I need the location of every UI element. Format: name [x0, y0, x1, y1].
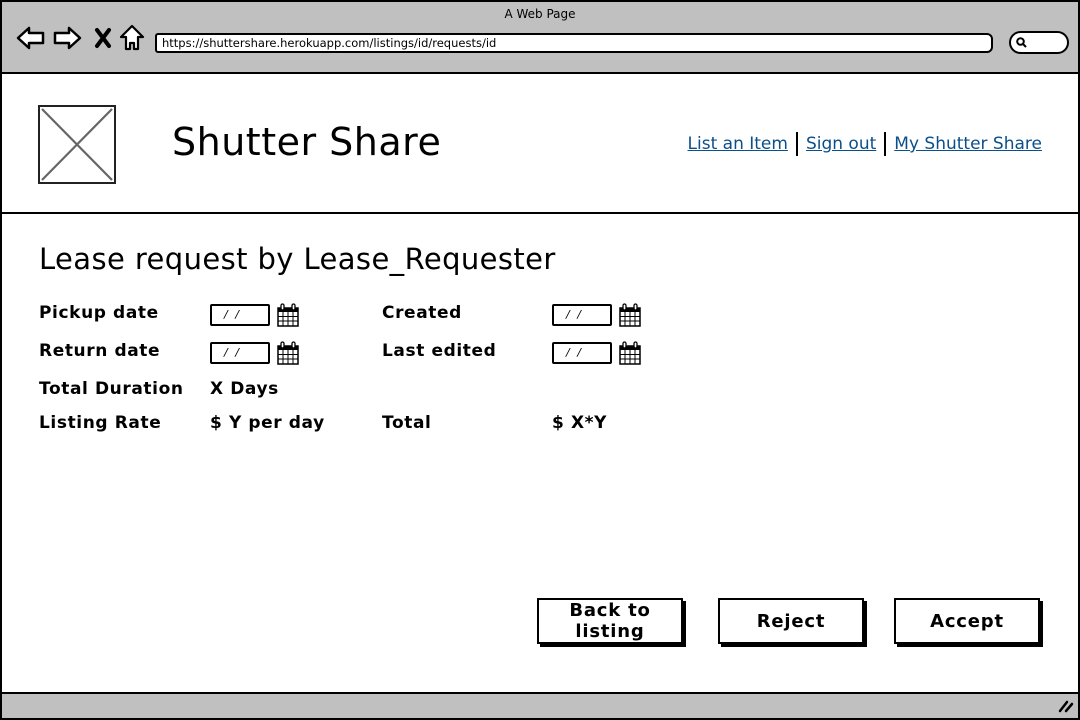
home-button[interactable]: [117, 24, 147, 52]
total-value: $ X*Y: [552, 413, 608, 433]
total-label: Total: [382, 413, 432, 433]
browser-search-field[interactable]: [1009, 31, 1069, 54]
window-title: A Web Page: [504, 7, 576, 21]
calendar-icon[interactable]: [276, 303, 300, 327]
last-edited-label: Last edited: [382, 341, 497, 361]
listing-rate-value: $ Y per day: [210, 413, 325, 433]
listing-rate-label: Listing Rate: [39, 413, 162, 433]
logo-image-placeholder: [38, 105, 116, 184]
calendar-icon[interactable]: [618, 341, 642, 365]
home-icon: [119, 24, 145, 51]
last-edited-date-input[interactable]: / /: [552, 342, 612, 364]
calendar-icon[interactable]: [618, 303, 642, 327]
accept-button[interactable]: Accept: [894, 598, 1040, 644]
total-duration-value: X Days: [210, 379, 279, 399]
top-nav-links: List an Item Sign out My Shutter Share: [688, 132, 1042, 156]
created-label: Created: [382, 303, 462, 323]
return-date-label: Return date: [39, 341, 161, 361]
reject-button[interactable]: Reject: [718, 598, 864, 644]
address-bar[interactable]: https://shuttershare.herokuapp.com/listi…: [155, 33, 993, 53]
browser-window: A Web Page https://shuttershare.herokuap…: [0, 0, 1080, 720]
back-button[interactable]: [16, 24, 46, 52]
browser-chrome: A Web Page https://shuttershare.herokuap…: [2, 2, 1078, 74]
stop-x-icon: [95, 28, 111, 48]
created-date-input[interactable]: / /: [552, 304, 612, 326]
link-divider: [795, 132, 798, 156]
forward-arrow-icon: [53, 26, 82, 50]
browser-status-bar: [2, 692, 1078, 718]
my-shutter-share-link[interactable]: My Shutter Share: [894, 134, 1042, 154]
back-to-listing-button[interactable]: Back to listing: [537, 598, 683, 644]
stop-button[interactable]: [88, 24, 118, 52]
search-icon: [1016, 37, 1027, 48]
site-header: Shutter Share List an Item Sign out My S…: [2, 74, 1078, 214]
back-arrow-icon: [16, 26, 45, 50]
pickup-date-input[interactable]: / /: [210, 304, 270, 326]
page-title: Lease request by Lease_Requester: [39, 242, 556, 276]
return-date-input[interactable]: / /: [210, 342, 270, 364]
site-title: Shutter Share: [172, 120, 442, 164]
sign-out-link[interactable]: Sign out: [806, 134, 876, 154]
calendar-icon[interactable]: [276, 341, 300, 365]
pickup-date-label: Pickup date: [39, 303, 159, 323]
list-an-item-link[interactable]: List an Item: [688, 134, 788, 154]
image-placeholder-icon: [41, 108, 113, 181]
total-duration-label: Total Duration: [39, 379, 184, 399]
resize-grip-icon[interactable]: [1058, 699, 1074, 713]
forward-button[interactable]: [52, 24, 82, 52]
link-divider: [884, 132, 887, 156]
